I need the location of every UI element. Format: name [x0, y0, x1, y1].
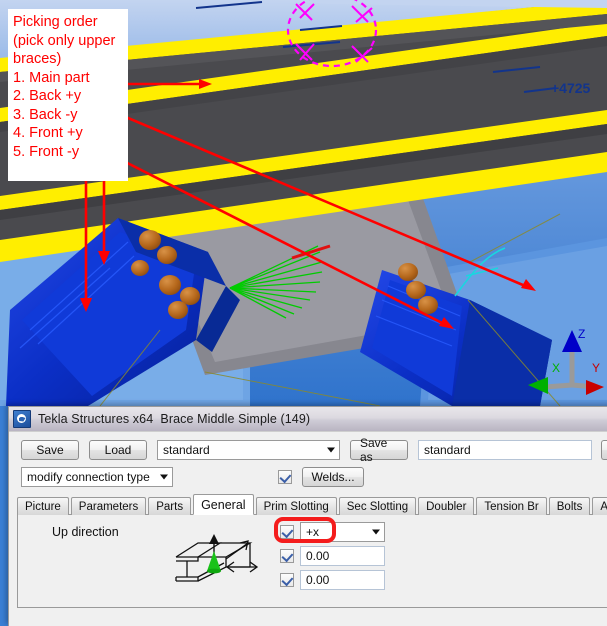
svg-text:Z: Z — [578, 327, 585, 341]
up-direction-field-row: +x — [280, 522, 385, 542]
annotation-title: Picking order — [13, 14, 98, 30]
connection-type-combo[interactable]: modify connection type — [21, 467, 173, 487]
chevron-down-icon — [372, 529, 380, 535]
tab-sec-slotting[interactable]: Sec Slotting — [338, 497, 417, 515]
general-tab-panel: Up direction +x 0.00 0.00 — [17, 514, 607, 608]
annotation-step-2: 2. Back +y — [13, 88, 82, 104]
dialog-titlebar[interactable]: Tekla Structures x64 Brace Middle Simple… — [9, 407, 607, 432]
up-direction-offset2-row: 0.00 — [280, 570, 385, 590]
annotation-subtitle: (pick only upper braces) — [13, 32, 116, 68]
elevation-label: +4725 — [551, 80, 591, 96]
tab-prim-slotting[interactable]: Prim Slotting — [255, 497, 337, 515]
dialog-title: Tekla Structures x64 Brace Middle Simple… — [38, 412, 311, 426]
up-direction-offset1-input[interactable]: 0.00 — [300, 546, 385, 566]
brace-middle-simple-dialog[interactable]: Tekla Structures x64 Brace Middle Simple… — [8, 406, 607, 626]
annotation-step-1: 1. Main part — [13, 69, 90, 86]
up-direction-offset2-checkbox[interactable] — [280, 573, 294, 587]
tab-tension-br[interactable]: Tension Br — [476, 497, 547, 515]
tab-bolts[interactable]: Bolts — [548, 497, 591, 515]
attribute-toolbar: Save Load standard Save as standard — [9, 432, 607, 464]
tekla-app-icon — [13, 410, 31, 428]
up-direction-combo[interactable]: +x — [300, 522, 385, 542]
tab-doubler[interactable]: Doubler — [418, 497, 475, 515]
up-direction-offset1-row: 0.00 — [280, 546, 385, 566]
up-direction-offset2-input[interactable]: 0.00 — [300, 570, 385, 590]
tab-general[interactable]: General — [193, 494, 254, 515]
dialog-body: Save Load standard Save as standard modi… — [9, 432, 607, 626]
tab-parts[interactable]: Parts — [148, 497, 192, 515]
welds-button[interactable]: Welds... — [302, 467, 364, 487]
annotation-step-4: 4. Front +y — [13, 125, 83, 141]
tab-analysis[interactable]: Analysis — [592, 497, 607, 515]
dialog-tabstrip[interactable]: Picture Parameters Parts General Prim Sl… — [9, 494, 607, 515]
screen: Z X Y +4725 Picking order (pick only upp… — [0, 0, 607, 626]
chevron-down-icon — [327, 447, 335, 453]
svg-text:X: X — [552, 361, 560, 375]
save-as-input[interactable]: standard — [418, 440, 592, 460]
load-button[interactable]: Load — [89, 440, 147, 460]
dialog-overflow-button[interactable] — [601, 440, 607, 460]
up-direction-checkbox[interactable] — [280, 525, 294, 539]
connection-type-toolbar: modify connection type Welds... — [9, 460, 607, 487]
up-direction-diagram-icon — [175, 534, 259, 582]
chevron-down-icon — [160, 474, 168, 480]
connection-type-value: modify connection type — [27, 470, 150, 484]
tab-parameters[interactable]: Parameters — [70, 497, 147, 515]
attribute-file-combo[interactable]: standard — [157, 440, 340, 460]
annotation-step-5: 5. Front -y — [13, 143, 80, 160]
up-direction-value: +x — [306, 525, 320, 539]
annotation-step-3: 3. Back -y — [13, 106, 78, 123]
tab-picture[interactable]: Picture — [17, 497, 69, 515]
picking-order-annotation: Picking order (pick only upper braces) 1… — [8, 9, 128, 181]
up-direction-label: Up direction — [52, 525, 119, 539]
save-as-button[interactable]: Save as — [350, 436, 408, 464]
attribute-file-value: standard — [163, 443, 210, 457]
up-direction-offset1-checkbox[interactable] — [280, 549, 294, 563]
save-button[interactable]: Save — [21, 440, 79, 460]
welds-checkbox[interactable] — [278, 470, 292, 484]
svg-text:Y: Y — [592, 361, 600, 375]
